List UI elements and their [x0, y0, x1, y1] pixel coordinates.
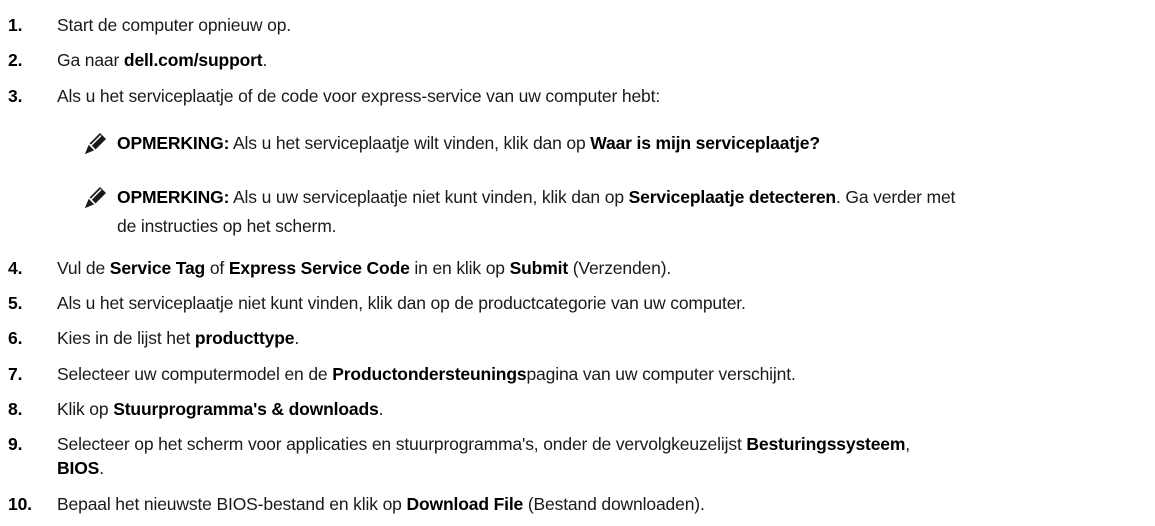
step-text: BIOS. [57, 458, 1147, 479]
bios-update-instructions: 1. Start de computer opnieuw op. 2. Ga n… [0, 0, 1155, 526]
text-run: Kies in de lijst het [57, 328, 195, 348]
step-number: 5. [8, 293, 23, 313]
step-number: 6. [8, 328, 23, 348]
text-run: . [294, 328, 300, 348]
text-run: Selecteer uw computermodel en de [57, 364, 333, 384]
support-link[interactable]: dell.com/support [124, 50, 263, 70]
submit-term: Submit [509, 258, 569, 278]
text-run: Klik op [57, 399, 114, 419]
text-run: de instructies op het scherm. [117, 216, 337, 236]
note-line-1: OPMERKING: Als u uw serviceplaatje niet … [117, 185, 955, 209]
where-is-service-tag-link[interactable]: Waar is mijn serviceplaatje? [590, 133, 820, 153]
download-file-term: Download File [406, 494, 524, 514]
bios-term: BIOS [57, 458, 100, 478]
text-run: . [378, 399, 384, 419]
step-number: 4. [8, 258, 23, 278]
text-run: of [205, 258, 229, 278]
step-text: Vul de Service Tag of Express Service Co… [57, 258, 1147, 279]
producttype-term: producttype [194, 328, 295, 348]
step-number: 7. [8, 364, 23, 384]
pencil-note-icon [84, 185, 108, 209]
text-run: Als u het serviceplaatje of de code voor… [57, 86, 661, 106]
text-run: Als u het serviceplaatje niet kunt vinde… [57, 293, 746, 313]
text-run: . [99, 458, 104, 478]
step-text: Ga naar dell.com/support. [57, 50, 1147, 71]
text-run: in en klik op [409, 258, 510, 278]
express-service-code-term: Express Service Code [228, 258, 410, 278]
step-text: Bepaal het nieuwste BIOS-bestand en klik… [57, 494, 1147, 515]
step-number: 2. [8, 50, 23, 70]
text-run: Als u het serviceplaatje wilt vinden, kl… [229, 133, 591, 153]
text-run: Als u uw serviceplaatje niet kunt vinden… [229, 187, 629, 207]
note-label: OPMERKING: [117, 133, 230, 153]
service-tag-term: Service Tag [109, 258, 206, 278]
step-text: Als u het serviceplaatje of de code voor… [57, 86, 1147, 107]
text-run: , [905, 434, 911, 454]
note-text: OPMERKING: Als u het serviceplaatje wilt… [117, 131, 1147, 155]
text-run: pagina van uw computer verschijnt. [526, 364, 796, 384]
text-run: Vul de [57, 258, 110, 278]
step-number: 3. [8, 86, 23, 106]
text-run: . [262, 50, 268, 70]
product-support-term: Productondersteunings [332, 364, 527, 384]
step-number: 9. [8, 434, 23, 454]
step-text: Start de computer opnieuw op. [57, 15, 1147, 36]
step-number: 1. [8, 15, 23, 35]
text-run: Bepaal het nieuwste BIOS-bestand en klik… [57, 494, 407, 514]
text-run: (Verzenden). [568, 258, 672, 278]
note-label: OPMERKING: [117, 187, 230, 207]
step-number: 8. [8, 399, 23, 419]
step-text: Als u het serviceplaatje niet kunt vinde… [57, 293, 1147, 314]
text-run: Ga naar [57, 50, 124, 70]
step-text: Klik op Stuurprogramma's & downloads. [57, 399, 1147, 420]
text-run: (Bestand downloaden). [523, 494, 705, 514]
text-run: Start de computer opnieuw op. [57, 15, 291, 35]
step-text: Selecteer uw computermodel en de Product… [57, 364, 1147, 385]
text-run: Selecteer op het scherm voor applicaties… [57, 434, 747, 454]
step-text: Selecteer op het scherm voor applicaties… [57, 434, 1147, 455]
drivers-downloads-term: Stuurprogramma's & downloads [113, 399, 379, 419]
detect-service-tag-link[interactable]: Serviceplaatje detecteren [629, 187, 836, 207]
note-line-2: de instructies op het scherm. [117, 214, 337, 238]
step-text: Kies in de lijst het producttype. [57, 328, 1147, 349]
pencil-note-icon [84, 131, 108, 155]
text-run: . Ga verder met [835, 187, 956, 207]
step-number: 10. [8, 494, 32, 514]
operating-system-term: Besturingssysteem [746, 434, 906, 454]
